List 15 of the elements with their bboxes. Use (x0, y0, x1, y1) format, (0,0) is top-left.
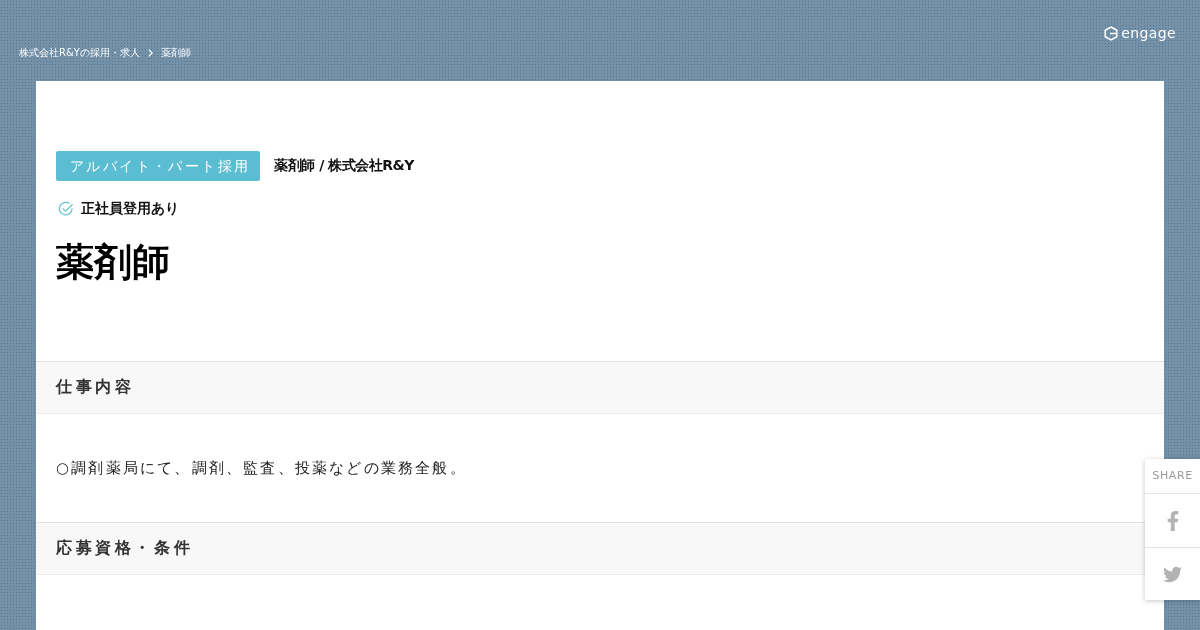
twitter-icon[interactable] (1163, 564, 1182, 584)
logo-text[interactable]: engage (1121, 25, 1176, 41)
section-body-text: ○調剤薬局にて、調剤、監査、投薬などの業務全般。 (56, 458, 467, 478)
chevron-right-icon (147, 49, 153, 57)
feature-label: 正社員登用あり (81, 200, 179, 218)
logo-icon (1104, 25, 1119, 41)
job-subtitle: 薬剤師 / 株式会社R&Y (274, 157, 414, 175)
check-circle-icon (58, 201, 74, 217)
share-label: SHARE (1145, 459, 1200, 494)
breadcrumb-link[interactable]: 薬剤師 (160, 47, 191, 59)
breadcrumb-link[interactable]: 株式会社R&Yの採用・求人 (19, 47, 140, 59)
section-heading: 応募資格・条件 (56, 538, 194, 559)
section-heading: 仕事内容 (56, 377, 135, 398)
job-title: 薬剤師 (56, 240, 170, 284)
employment-type-tag: アルバイト・パート採用 (56, 151, 261, 181)
